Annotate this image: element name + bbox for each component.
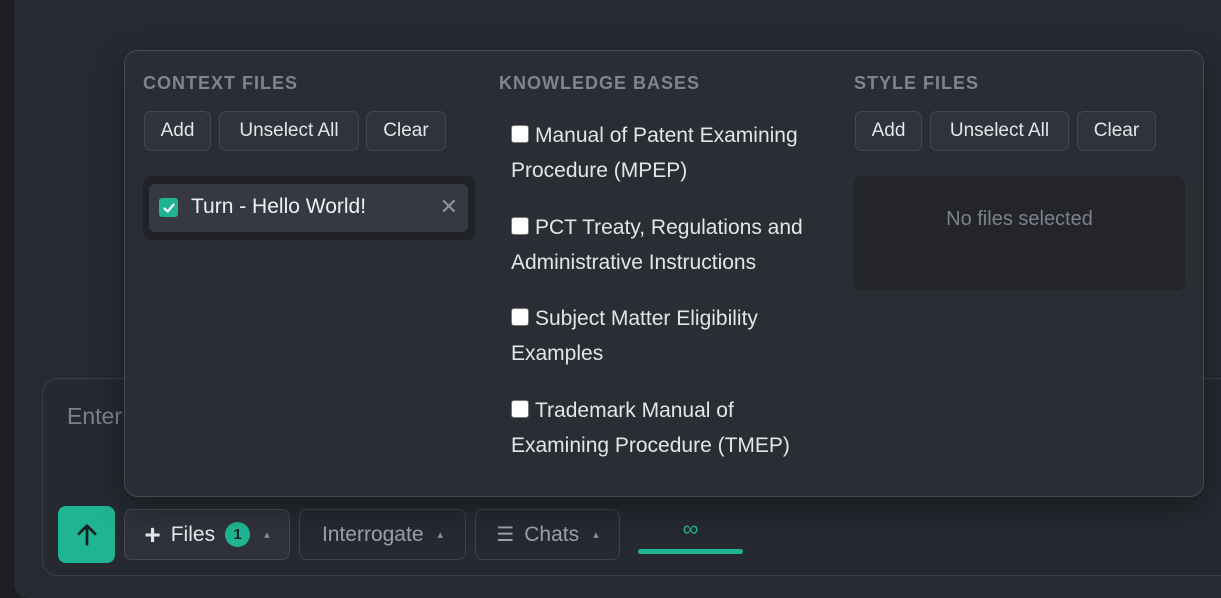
knowledge-base-label: Manual of Patent Examining (535, 124, 798, 147)
caret-up-icon: ▴ (264, 529, 270, 541)
knowledge-bases-title: KNOWLEDGE BASES (499, 73, 701, 93)
chats-button[interactable]: ☰ Chats ▴ (475, 509, 620, 560)
files-popup: CONTEXT FILES Add Unselect All Clear Tur… (124, 50, 1204, 497)
knowledge-base-item: Manual of Patent Examining Procedure (MP… (511, 118, 831, 188)
files-button[interactable]: + Files 1 ▴ (124, 509, 290, 560)
arrow-up-icon (76, 523, 97, 546)
list-item[interactable]: Turn - Hello World! ✕ (149, 184, 468, 232)
knowledge-base-label: Examining Procedure (TMEP) (511, 434, 790, 457)
files-label: Files (170, 522, 216, 546)
knowledge-base-checkbox[interactable] (511, 308, 529, 326)
close-icon[interactable]: ✕ (440, 194, 458, 220)
plus-icon: + (144, 518, 161, 550)
context-add-button[interactable]: Add (144, 111, 211, 151)
knowledge-base-label: Subject Matter Eligibility (535, 307, 758, 330)
file-checkbox[interactable] (159, 198, 178, 217)
style-files-title: STYLE FILES (854, 73, 980, 93)
context-unselect-all-button[interactable]: Unselect All (219, 111, 359, 151)
style-unselect-all-button[interactable]: Unselect All (930, 111, 1069, 151)
message-input[interactable] (67, 401, 127, 431)
infinity-icon: ∞ (682, 516, 699, 541)
mode-active-indicator (638, 549, 743, 554)
files-count-badge: 1 (225, 522, 251, 547)
knowledge-base-label: Trademark Manual of (535, 399, 734, 422)
style-add-button[interactable]: Add (855, 111, 922, 151)
knowledge-base-item: PCT Treaty, Regulations and Administrati… (511, 210, 831, 280)
caret-up-icon: ▴ (593, 529, 599, 541)
empty-state-text: No files selected (946, 207, 1093, 230)
knowledge-base-checkbox[interactable] (511, 400, 529, 418)
context-file-list: Turn - Hello World! ✕ (143, 176, 475, 240)
list-icon: ☰ (496, 524, 515, 546)
style-files-empty-state: No files selected (854, 176, 1185, 290)
knowledge-base-checkbox[interactable] (511, 217, 529, 235)
knowledge-base-item: Subject Matter Eligibility Examples (511, 301, 831, 371)
mode-tab[interactable]: ∞ (638, 515, 743, 557)
knowledge-base-label: Examples (511, 342, 604, 365)
file-name: Turn - Hello World! (191, 195, 367, 218)
knowledge-base-item: Trademark Manual of Examining Procedure … (511, 393, 831, 463)
knowledge-base-checkbox[interactable] (511, 125, 529, 143)
knowledge-base-label: Administrative Instructions (511, 251, 757, 274)
knowledge-base-label: PCT Treaty, Regulations and (535, 216, 803, 239)
checkmark-icon (162, 202, 175, 213)
send-button[interactable] (58, 506, 115, 563)
interrogate-label: Interrogate (321, 522, 424, 546)
context-files-title: CONTEXT FILES (143, 73, 299, 93)
chats-label: Chats (524, 522, 580, 546)
style-clear-button[interactable]: Clear (1077, 111, 1156, 151)
interrogate-button[interactable]: Interrogate ▴ (299, 509, 466, 560)
context-clear-button[interactable]: Clear (366, 111, 446, 151)
caret-up-icon: ▴ (437, 529, 444, 541)
knowledge-base-label: Procedure (MPEP) (511, 159, 688, 182)
